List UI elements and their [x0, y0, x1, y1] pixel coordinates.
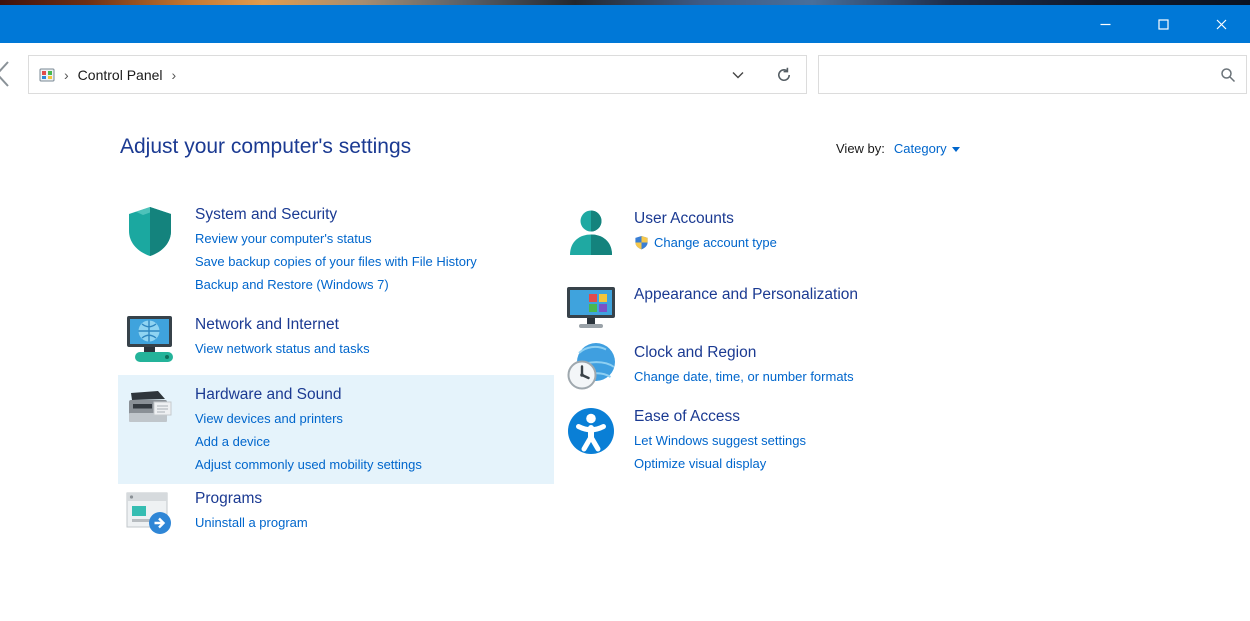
category-title[interactable]: System and Security [195, 203, 477, 227]
category-column-right: User Accounts Change account type [560, 193, 1060, 475]
view-by-control: View by: Category [836, 141, 960, 156]
titlebar [0, 5, 1250, 43]
category-link[interactable]: Backup and Restore (Windows 7) [195, 273, 477, 296]
category-link[interactable]: Change account type [634, 231, 777, 254]
ease-of-access-icon[interactable] [565, 405, 617, 457]
category-link[interactable]: Optimize visual display [634, 452, 806, 475]
search-box [818, 55, 1247, 94]
address-bar-controls [732, 67, 792, 83]
category-title[interactable]: Network and Internet [195, 313, 370, 337]
category-link[interactable]: Let Windows suggest settings [634, 429, 806, 452]
printer-icon[interactable] [122, 383, 178, 439]
category-link[interactable]: Change date, time, or number formats [634, 365, 854, 388]
category-user-accounts: User Accounts Change account type [560, 193, 1060, 259]
back-icon[interactable] [0, 59, 9, 89]
category-network-and-internet: Network and Internet View network status… [118, 313, 554, 369]
address-bar[interactable]: › Control Panel › [28, 55, 807, 94]
category-link[interactable]: Review your computer's status [195, 227, 477, 250]
category-column-left: System and Security Review your computer… [118, 193, 554, 543]
close-button[interactable] [1192, 5, 1250, 43]
control-panel-icon [39, 67, 55, 83]
uac-shield-icon [634, 235, 649, 250]
category-clock-and-region: Clock and Region Change date, time, or n… [560, 341, 1060, 393]
category-title[interactable]: Ease of Access [634, 405, 806, 429]
category-appearance-and-personalization: Appearance and Personalization [560, 283, 1060, 335]
category-title[interactable]: Programs [195, 487, 308, 511]
maximize-button[interactable] [1134, 5, 1192, 43]
main-content: Adjust your computer's settings View by:… [0, 105, 1250, 621]
view-by-value: Category [894, 141, 947, 156]
category-programs: Programs Uninstall a program [118, 487, 554, 543]
breadcrumb-item-control-panel[interactable]: Control Panel [78, 67, 163, 83]
view-by-dropdown[interactable]: Category [894, 141, 960, 156]
category-link[interactable]: Add a device [195, 430, 422, 453]
category-link[interactable]: View network status and tasks [195, 337, 370, 360]
category-title[interactable]: Clock and Region [634, 341, 854, 365]
breadcrumb-separator: › [172, 67, 177, 83]
breadcrumb-separator: › [64, 67, 69, 83]
category-system-and-security: System and Security Review your computer… [118, 193, 554, 296]
navigation-bar: › Control Panel › [0, 43, 1250, 105]
category-link[interactable]: Uninstall a program [195, 511, 308, 534]
search-input[interactable] [819, 56, 1246, 93]
program-window-icon[interactable] [122, 487, 178, 543]
refresh-icon[interactable] [776, 67, 792, 83]
chevron-down-icon [952, 147, 960, 152]
category-title[interactable]: Appearance and Personalization [634, 283, 858, 307]
category-link[interactable]: View devices and printers [195, 407, 422, 430]
security-shield-icon[interactable] [122, 203, 178, 259]
personalization-monitor-icon[interactable] [565, 283, 617, 335]
category-ease-of-access: Ease of Access Let Windows suggest setti… [560, 405, 1060, 475]
user-silhouette-icon[interactable] [565, 207, 617, 259]
control-panel-window: › Control Panel › [0, 0, 1250, 105]
chevron-down-icon[interactable] [732, 71, 744, 79]
minimize-button[interactable] [1076, 5, 1134, 43]
page-title: Adjust your computer's settings [120, 135, 411, 159]
search-icon [1220, 67, 1236, 88]
window-controls [1076, 5, 1250, 43]
category-link[interactable]: Adjust commonly used mobility settings [195, 453, 422, 476]
category-title[interactable]: User Accounts [634, 207, 777, 231]
category-hardware-and-sound[interactable]: Hardware and Sound View devices and prin… [118, 375, 554, 484]
clock-globe-icon[interactable] [565, 341, 617, 393]
category-title[interactable]: Hardware and Sound [195, 383, 422, 407]
category-link[interactable]: Save backup copies of your files with Fi… [195, 250, 477, 273]
view-by-label: View by: [836, 141, 885, 156]
network-monitor-icon[interactable] [122, 313, 178, 369]
